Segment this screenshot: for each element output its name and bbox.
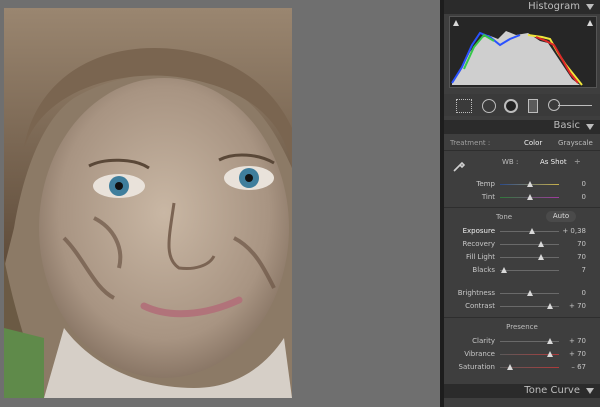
treatment-grayscale-option[interactable]: Grayscale bbox=[558, 139, 593, 147]
slider-value[interactable]: 0 bbox=[582, 180, 586, 188]
slider-value[interactable]: 70 bbox=[577, 253, 586, 261]
slider-tint[interactable]: Tint 0 bbox=[444, 191, 600, 204]
slider-thumb[interactable] bbox=[526, 194, 533, 200]
slider-temp[interactable]: Temp 0 bbox=[444, 178, 600, 191]
slider-exposure[interactable]: Exposure + 0,38 bbox=[444, 225, 600, 238]
basic-header[interactable]: Basic bbox=[444, 120, 600, 134]
slider-value[interactable]: + 70 bbox=[569, 302, 586, 310]
slider-value[interactable]: + 70 bbox=[569, 337, 586, 345]
slider-saturation[interactable]: Saturation – 67 bbox=[444, 361, 600, 374]
slider-thumb[interactable] bbox=[526, 181, 533, 187]
red-eye-icon[interactable] bbox=[504, 99, 518, 113]
wb-dropdown-icon[interactable]: ÷ bbox=[574, 157, 581, 166]
slider-brightness[interactable]: Brightness 0 bbox=[444, 287, 600, 300]
slider-thumb[interactable] bbox=[538, 254, 545, 260]
slider-thumb[interactable] bbox=[526, 290, 533, 296]
tone-curve-title: Tone Curve bbox=[524, 385, 580, 396]
white-balance-eyedropper-icon[interactable] bbox=[452, 158, 466, 172]
histogram bbox=[449, 16, 597, 88]
slider-label: Vibrance bbox=[464, 350, 495, 358]
slider-value[interactable]: 0 bbox=[582, 289, 586, 297]
treatment-label: Treatment : bbox=[450, 139, 491, 147]
photo-preview[interactable] bbox=[4, 8, 292, 398]
slider-contrast[interactable]: Contrast + 70 bbox=[444, 300, 600, 313]
tone-section-label: Tone bbox=[496, 213, 513, 221]
collapse-triangle-icon[interactable] bbox=[586, 124, 594, 130]
wb-label: WB : bbox=[502, 158, 519, 166]
divider bbox=[444, 317, 600, 318]
slider-fill-light[interactable]: Fill Light 70 bbox=[444, 251, 600, 264]
wb-preset-value[interactable]: As Shot bbox=[540, 158, 567, 166]
histogram-title: Histogram bbox=[528, 1, 580, 12]
slider-value[interactable]: – 67 bbox=[571, 363, 586, 371]
collapse-triangle-icon[interactable] bbox=[586, 388, 594, 394]
spot-removal-icon[interactable] bbox=[482, 99, 496, 113]
slider-label: Blacks bbox=[472, 266, 495, 274]
slider-thumb[interactable] bbox=[547, 351, 554, 357]
portrait-photo bbox=[4, 8, 292, 398]
slider-value[interactable]: + 70 bbox=[569, 350, 586, 358]
slider-label: Fill Light bbox=[465, 253, 495, 261]
slider-blacks[interactable]: Blacks 7 bbox=[444, 264, 600, 277]
divider bbox=[444, 207, 600, 208]
slider-thumb[interactable] bbox=[501, 267, 508, 273]
divider bbox=[444, 150, 600, 151]
crop-tool-icon[interactable] bbox=[456, 99, 472, 113]
slider-value[interactable]: 0 bbox=[582, 193, 586, 201]
slider-value[interactable]: + 0,38 bbox=[562, 227, 586, 235]
slider-vibrance[interactable]: Vibrance + 70 bbox=[444, 348, 600, 361]
tool-strip bbox=[444, 94, 600, 116]
histogram-header[interactable]: Histogram bbox=[444, 0, 600, 14]
slider-label: Contrast bbox=[465, 302, 495, 310]
tone-curve-header[interactable]: Tone Curve bbox=[444, 384, 600, 398]
slider-thumb[interactable] bbox=[547, 303, 554, 309]
slider-thumb[interactable] bbox=[529, 228, 536, 234]
collapse-triangle-icon[interactable] bbox=[586, 4, 594, 10]
auto-tone-button[interactable]: Auto bbox=[546, 211, 576, 222]
slider-label: Exposure bbox=[462, 227, 495, 235]
brush-size-line bbox=[558, 105, 592, 106]
slider-thumb[interactable] bbox=[507, 364, 514, 370]
slider-label: Tint bbox=[481, 193, 495, 201]
graduated-filter-icon[interactable] bbox=[528, 99, 538, 113]
slider-value[interactable]: 7 bbox=[582, 266, 586, 274]
treatment-color-option[interactable]: Color bbox=[524, 139, 542, 147]
image-viewer[interactable] bbox=[0, 0, 440, 407]
slider-label: Saturation bbox=[458, 363, 496, 371]
presence-section-label: Presence bbox=[506, 323, 538, 331]
slider-recovery[interactable]: Recovery 70 bbox=[444, 238, 600, 251]
develop-right-panel: Histogram Basic Treatment : Color Graysc… bbox=[444, 0, 600, 407]
slider-clarity[interactable]: Clarity + 70 bbox=[444, 335, 600, 348]
slider-label: Temp bbox=[476, 180, 495, 188]
slider-thumb[interactable] bbox=[547, 338, 554, 344]
slider-label: Brightness bbox=[457, 289, 495, 297]
slider-label: Recovery bbox=[462, 240, 495, 248]
slider-value[interactable]: 70 bbox=[577, 240, 586, 248]
slider-label: Clarity bbox=[472, 337, 495, 345]
basic-title: Basic bbox=[553, 120, 580, 131]
slider-thumb[interactable] bbox=[538, 241, 545, 247]
